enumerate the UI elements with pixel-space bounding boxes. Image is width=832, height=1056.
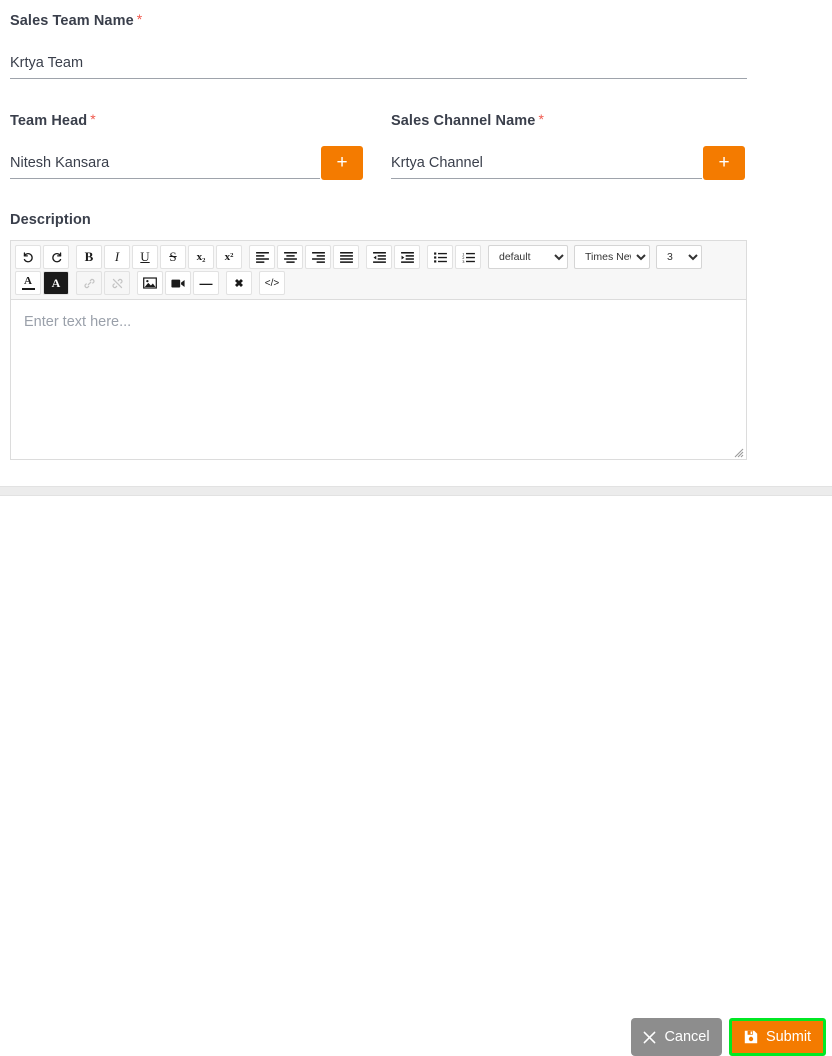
redo-icon[interactable] xyxy=(43,245,69,269)
toolbar-row-2: A A — ✖ </> xyxy=(15,271,743,295)
unlink-icon[interactable] xyxy=(104,271,130,295)
align-right-icon[interactable] xyxy=(305,245,331,269)
required-asterisk: * xyxy=(136,11,143,27)
background-color-icon[interactable]: A xyxy=(43,271,69,295)
alignment-group xyxy=(249,245,359,269)
label-text: Sales Channel Name xyxy=(391,113,536,129)
editor-resize-handle[interactable] xyxy=(732,445,744,458)
cancel-button-label: Cancel xyxy=(664,1029,710,1045)
media-group: — xyxy=(137,271,219,295)
align-center-icon[interactable] xyxy=(277,245,303,269)
bold-icon[interactable]: B xyxy=(76,245,102,269)
add-team-head-button[interactable]: + xyxy=(321,146,363,180)
label-text: Team Head xyxy=(10,113,88,129)
sales-channel-name-input[interactable] xyxy=(391,153,702,179)
required-asterisk: * xyxy=(538,111,545,127)
field-team-head: Team Head* + xyxy=(10,112,365,180)
underline-icon[interactable]: U xyxy=(132,245,158,269)
link-icon[interactable] xyxy=(76,271,102,295)
field-sales-team-name: Sales Team Name * xyxy=(10,12,747,79)
submit-button-label: Submit xyxy=(765,1029,812,1045)
add-sales-channel-button[interactable]: + xyxy=(703,146,745,180)
close-icon xyxy=(643,1031,656,1044)
font-color-swatch xyxy=(21,287,35,291)
list-group: 1 2 3 xyxy=(427,245,481,269)
save-icon xyxy=(744,1030,758,1044)
strikethrough-icon[interactable]: S xyxy=(160,245,186,269)
superscript-icon[interactable]: x² xyxy=(216,245,242,269)
image-icon[interactable] xyxy=(137,271,163,295)
sales-team-name-input[interactable] xyxy=(10,53,747,79)
toolbar-row-1: B I U S x₂ x² 1 2 3 default Times New 3 xyxy=(15,245,743,269)
editor-toolbar: B I U S x₂ x² 1 2 3 default Times New 3 … xyxy=(10,240,747,300)
code-group: </> xyxy=(259,271,285,295)
label-sales-channel-name: Sales Channel Name * xyxy=(391,112,747,130)
label-description: Description xyxy=(10,211,91,229)
label-sales-team-name: Sales Team Name * xyxy=(10,12,747,30)
video-icon[interactable] xyxy=(165,271,191,295)
clear-format-icon[interactable]: ✖ xyxy=(226,271,252,295)
label-team-head: Team Head * xyxy=(10,112,365,130)
paragraph-style-select[interactable]: default xyxy=(488,245,568,269)
cancel-button[interactable]: Cancel xyxy=(631,1018,722,1056)
link-group xyxy=(76,271,130,295)
clear-group: ✖ xyxy=(226,271,252,295)
indent-icon[interactable] xyxy=(394,245,420,269)
description-placeholder: Enter text here... xyxy=(24,314,132,330)
italic-icon[interactable]: I xyxy=(104,245,130,269)
form-footer: Cancel Submit xyxy=(0,497,832,1056)
field-sales-channel-name: Sales Channel Name* + xyxy=(391,112,747,180)
label-text: Sales Team Name xyxy=(10,13,134,29)
svg-text:3: 3 xyxy=(462,259,465,263)
font-color-letter: A xyxy=(24,274,32,287)
outdent-icon[interactable] xyxy=(366,245,392,269)
history-group xyxy=(15,245,69,269)
font-color-icon[interactable]: A xyxy=(15,271,41,295)
code-view-icon[interactable]: </> xyxy=(259,271,285,295)
unordered-list-icon[interactable] xyxy=(427,245,453,269)
submit-button[interactable]: Submit xyxy=(729,1018,826,1056)
team-head-input[interactable] xyxy=(10,153,320,179)
align-justify-icon[interactable] xyxy=(333,245,359,269)
text-style-group: B I U S x₂ x² xyxy=(76,245,242,269)
required-asterisk: * xyxy=(90,111,96,127)
ordered-list-icon[interactable]: 1 2 3 xyxy=(455,245,481,269)
horizontal-rule-icon[interactable]: — xyxy=(193,271,219,295)
footer-divider xyxy=(0,486,832,496)
label-text: Description xyxy=(10,212,91,228)
subscript-icon[interactable]: x₂ xyxy=(188,245,214,269)
indent-group xyxy=(366,245,420,269)
color-group: A A xyxy=(15,271,69,295)
undo-icon[interactable] xyxy=(15,245,41,269)
font-family-select[interactable]: Times New xyxy=(574,245,650,269)
description-text-area[interactable]: Enter text here... xyxy=(10,300,747,460)
description-editor: B I U S x₂ x² 1 2 3 default Times New 3 … xyxy=(10,240,747,460)
align-left-icon[interactable] xyxy=(249,245,275,269)
sales-team-form: Sales Team Name* Team Head* + Sales Chan… xyxy=(0,0,832,486)
font-size-select[interactable]: 3 xyxy=(656,245,702,269)
